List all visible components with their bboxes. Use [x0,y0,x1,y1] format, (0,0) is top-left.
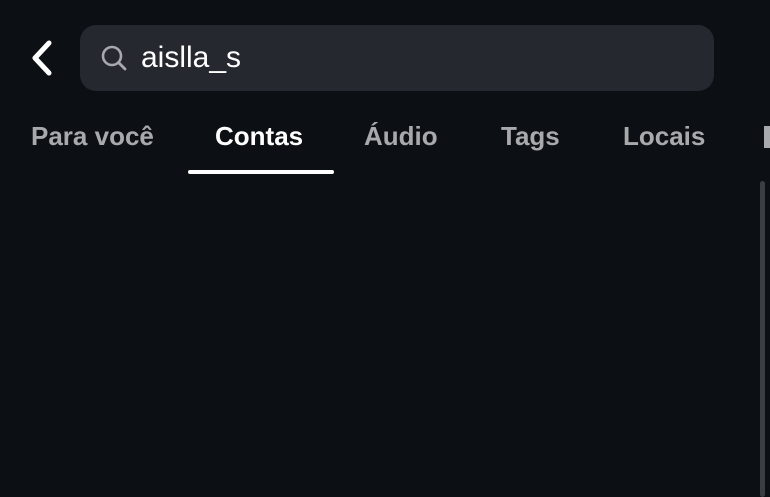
scrollbar[interactable] [760,181,765,497]
tab-tags[interactable]: Tags [501,108,560,164]
tab-audio[interactable]: Áudio [364,108,438,164]
tab-contas[interactable]: Contas [215,108,303,164]
active-tab-indicator [188,170,334,174]
tab-overflow-clipped [764,126,770,148]
chevron-left-icon [32,40,52,76]
results-area [0,178,770,497]
tab-locais[interactable]: Locais [623,108,705,164]
search-icon [101,45,127,71]
search-input[interactable] [141,38,681,78]
search-screen: Para você Contas Áudio Tags Locais [0,0,770,497]
tab-para-voce[interactable]: Para você [31,108,154,164]
back-button[interactable] [22,36,62,80]
tab-bar: Para você Contas Áudio Tags Locais [0,108,770,176]
search-bar[interactable] [80,25,714,91]
